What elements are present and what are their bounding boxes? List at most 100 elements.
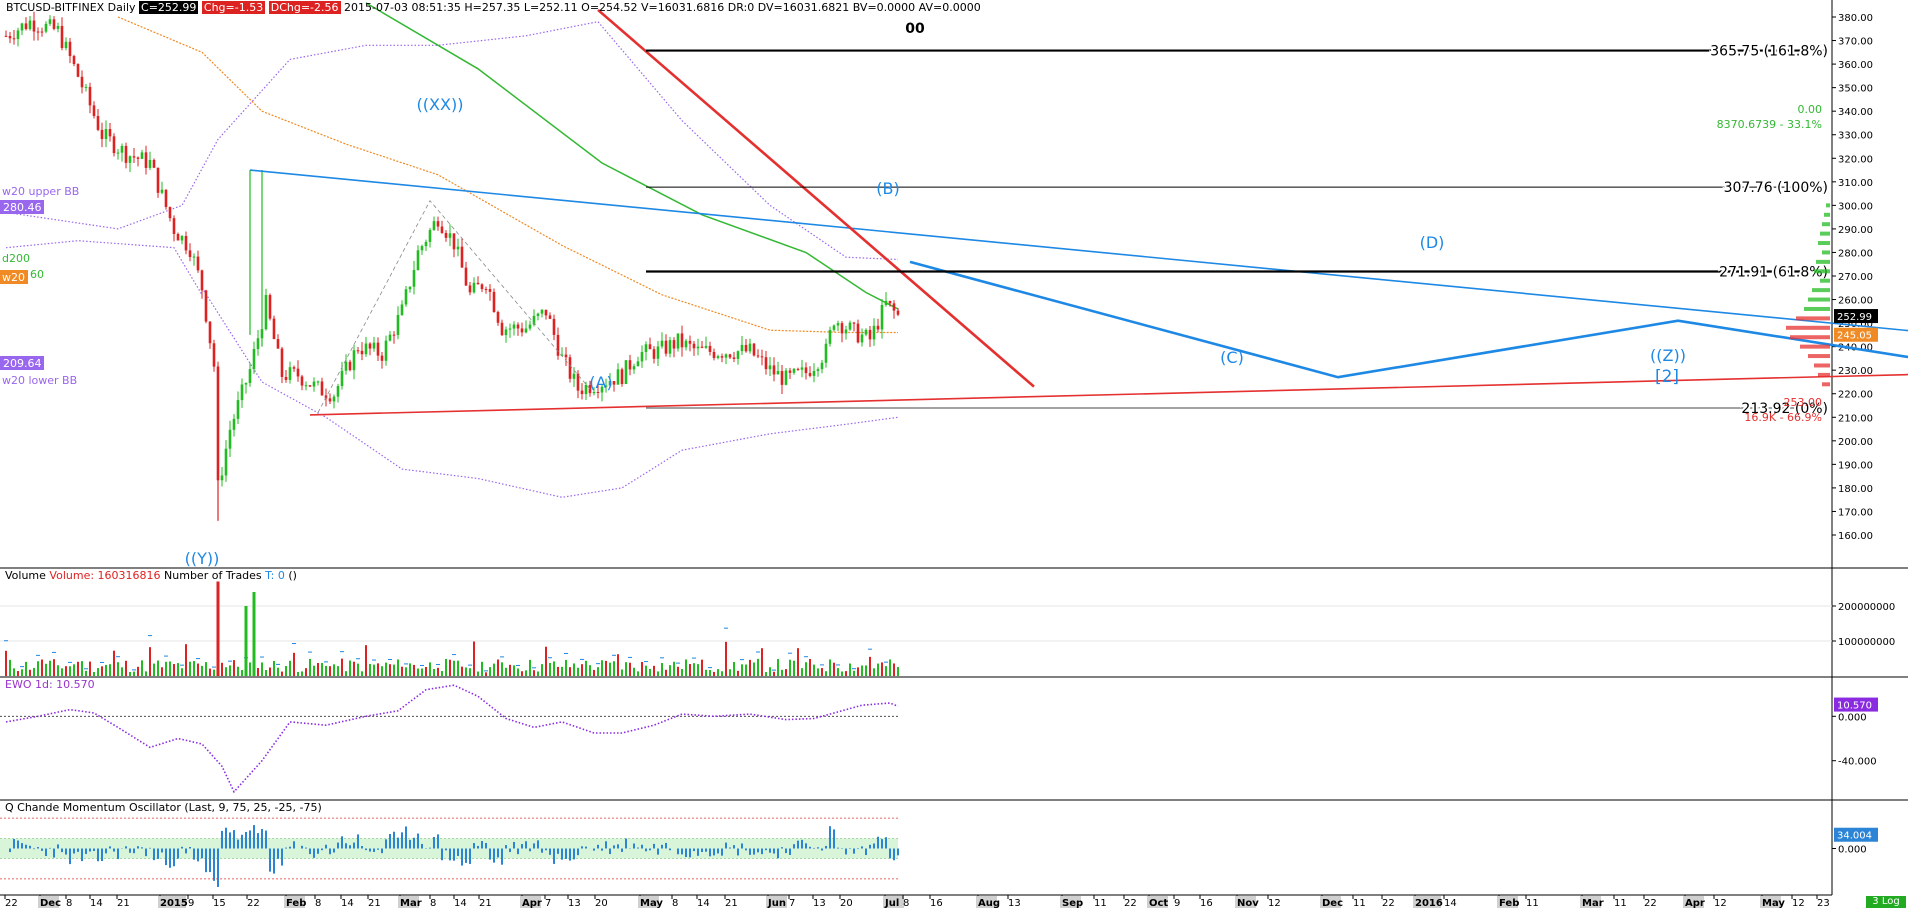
cmo-bar <box>781 847 783 849</box>
volume-bar <box>105 664 107 676</box>
cmo-bar <box>25 844 27 849</box>
candle-body <box>568 357 572 379</box>
volume-profile-bar <box>1824 212 1830 217</box>
cmo-bar <box>713 848 715 856</box>
candle-body <box>80 76 84 88</box>
volume-bar <box>857 667 859 676</box>
x-tick-label: 11 <box>1353 898 1366 909</box>
volume-bar <box>673 661 675 676</box>
candle-body <box>144 152 148 168</box>
cmo-tick-label: 0.000 <box>1838 845 1867 856</box>
volume-value: Volume: 160316816 <box>49 569 161 582</box>
volume-bar <box>141 660 143 676</box>
cmo-bar <box>21 843 23 849</box>
chart-svg[interactable]: 380.00 370.00 360.00 350.00 340.00 330.00 320.… <box>0 0 1908 909</box>
candle-body <box>888 300 892 304</box>
candle-body <box>744 344 748 352</box>
candle-body <box>480 284 484 290</box>
price-tick-label: 380.00 <box>1838 13 1873 24</box>
candle-body <box>408 286 412 290</box>
cmo-bar <box>633 843 635 849</box>
candle-body <box>4 35 8 37</box>
candle-body <box>336 386 340 397</box>
volume-bar <box>497 659 499 676</box>
cmo-bar <box>193 848 195 860</box>
cmo-bar <box>557 848 559 854</box>
candle-body <box>672 340 676 349</box>
cmo-bar <box>689 848 691 858</box>
volume-bar <box>405 667 407 676</box>
volume-bar <box>373 664 375 676</box>
cmo-bar <box>197 848 199 862</box>
volume-bar <box>145 671 147 676</box>
cmo-bar <box>369 848 371 852</box>
candle-body <box>352 350 356 371</box>
cmo-bar <box>573 848 575 860</box>
volume-bar <box>89 661 91 676</box>
volume-bar <box>533 670 535 676</box>
x-tick-label: 23 <box>1817 898 1830 909</box>
volume-bar <box>125 660 127 676</box>
x-tick-label: Sep <box>1062 898 1083 909</box>
price-tick-label: 350.00 <box>1838 84 1873 95</box>
candle-body <box>460 246 464 268</box>
cmo-bar <box>145 848 147 857</box>
fib-level-label: 271.91 (61.8%) <box>1719 265 1828 281</box>
candle-body <box>284 376 288 380</box>
volume-bar <box>817 668 819 676</box>
x-tick-label: Aug <box>978 898 1000 909</box>
cmo-bar <box>641 844 643 849</box>
candle-body <box>856 323 860 343</box>
cmo-bar <box>9 848 11 853</box>
cmo-bar <box>33 848 35 850</box>
volume-bar <box>697 664 699 676</box>
ema20-label: w20 <box>2 271 25 284</box>
candle-body <box>844 329 848 334</box>
volume-bar <box>73 664 75 676</box>
candle-body <box>728 354 732 358</box>
candle-body <box>736 351 740 359</box>
volume-bar <box>861 665 863 676</box>
scale-button[interactable]: 3 Log <box>1866 896 1906 908</box>
volume-bar <box>829 659 831 676</box>
cmo-bar <box>441 848 443 861</box>
candle-body <box>384 340 388 361</box>
volume-bar <box>573 663 575 676</box>
x-tick-label: Mar <box>400 898 422 909</box>
volume-bar <box>445 658 447 676</box>
volume-bar <box>249 662 251 676</box>
candle-body <box>100 129 104 140</box>
cmo-bar <box>481 841 483 849</box>
x-tick-label: 22 <box>1382 898 1395 909</box>
cmo-bar <box>653 843 655 849</box>
candle-body <box>368 343 372 349</box>
volume-bar <box>197 663 199 676</box>
candle-body <box>688 340 692 344</box>
candle-body <box>800 367 804 370</box>
volume-bar <box>361 671 363 676</box>
volume-bar <box>665 669 667 676</box>
cmo-bar <box>161 848 163 853</box>
x-tick-label: 21 <box>479 898 492 909</box>
candle-body <box>312 381 316 387</box>
cmo-bar <box>149 847 151 849</box>
cmo-bar <box>701 848 703 853</box>
cmo-bar <box>777 848 779 859</box>
cmo-bar <box>401 832 403 849</box>
volume-bar <box>317 663 319 676</box>
cmo-bar <box>501 848 503 865</box>
cmo-bar <box>553 848 555 864</box>
candle-body <box>104 129 108 140</box>
volume-bar <box>549 662 551 676</box>
cmo-bar <box>325 844 327 849</box>
candle-body <box>640 352 644 362</box>
candle-body <box>712 351 716 358</box>
candle-body <box>120 145 124 153</box>
candle-body <box>412 270 416 287</box>
volume-profile-bar <box>1808 354 1830 359</box>
volume-bar <box>273 660 275 676</box>
ewo-panel-title: EWO 1d: 10.570 <box>5 678 95 691</box>
candle-body <box>572 373 576 379</box>
candle-body <box>164 189 168 208</box>
candle-body <box>676 333 680 349</box>
